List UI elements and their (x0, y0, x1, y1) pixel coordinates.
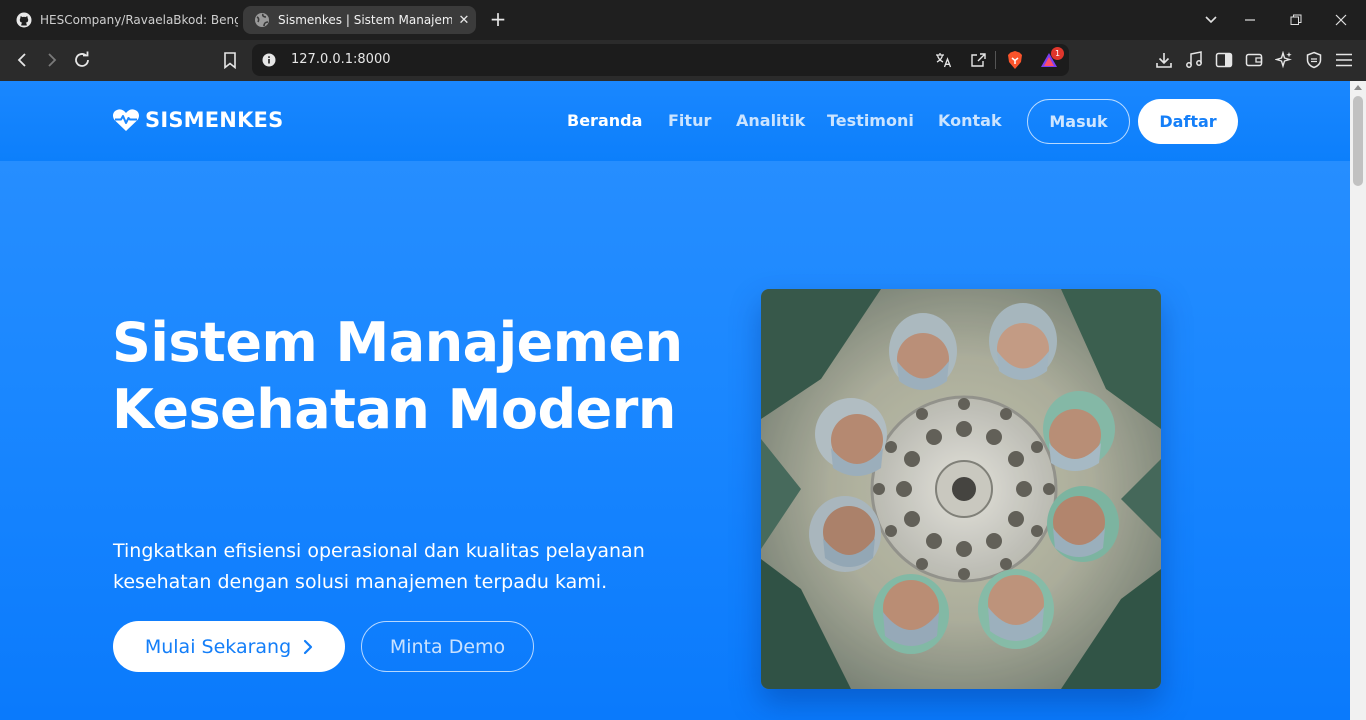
get-started-label: Mulai Sekarang (144, 635, 292, 658)
browser-tab-sismenkes[interactable]: Sismenkes | Sistem Manajemen Kesehatan ✕ (243, 6, 476, 34)
site-info-icon[interactable] (262, 53, 276, 67)
back-icon[interactable] (11, 49, 33, 71)
share-icon[interactable] (969, 52, 987, 68)
restore-icon[interactable] (1285, 9, 1307, 31)
nav-link-testimoni[interactable]: Testimoni (827, 111, 914, 130)
close-window-icon[interactable] (1330, 9, 1352, 31)
brave-rewards-button[interactable]: 1 (1040, 47, 1064, 70)
hero-subtitle: Tingkatkan efisiensi operasional dan kua… (113, 540, 645, 593)
url-text: 127.0.0.1:8000 (291, 52, 391, 67)
leo-ai-icon[interactable] (1273, 49, 1295, 71)
scroll-up-arrow-icon[interactable] (1354, 85, 1362, 90)
sidebar-toggle-icon[interactable] (1213, 49, 1235, 71)
tab-title: Sismenkes | Sistem Manajemen Kesehatan (278, 13, 452, 27)
scrollbar-thumb[interactable] (1353, 96, 1363, 186)
bookmark-icon[interactable] (219, 49, 241, 71)
github-icon (16, 12, 32, 28)
get-started-button[interactable]: Mulai Sekarang (113, 621, 345, 672)
nav-link-fitur[interactable]: Fitur (668, 111, 711, 130)
site-navbar: SISMENKES Beranda Fitur Analitik Testimo… (0, 81, 1350, 161)
minimize-icon[interactable] (1239, 9, 1261, 31)
request-demo-button[interactable]: Minta Demo (361, 621, 534, 672)
nav-link-kontak[interactable]: Kontak (938, 111, 1002, 130)
hero-title: Sistem Manajemen Kesehatan Modern (112, 311, 683, 441)
brand-logo[interactable]: SISMENKES (112, 108, 283, 132)
brand-name: SISMENKES (145, 108, 284, 132)
browser-toolbar: 127.0.0.1:8000 1 (0, 40, 1366, 81)
address-bar[interactable]: 127.0.0.1:8000 1 (252, 44, 1069, 76)
hero-image (761, 289, 1161, 689)
chevron-right-icon (303, 639, 313, 655)
forward-icon[interactable] (41, 49, 63, 71)
tab-search-chevron-icon[interactable] (1200, 9, 1222, 31)
vpn-shield-icon[interactable] (1303, 49, 1325, 71)
browser-tab-github[interactable]: HESCompany/RavaelaBkod: Bengkulu Kodin (8, 6, 238, 34)
nav-link-beranda[interactable]: Beranda (567, 111, 642, 130)
register-button[interactable]: Daftar (1138, 99, 1238, 144)
wallet-icon[interactable] (1243, 49, 1265, 71)
notification-badge: 1 (1051, 47, 1064, 60)
login-button[interactable]: Masuk (1027, 99, 1130, 144)
menu-icon[interactable] (1333, 49, 1355, 71)
reload-icon[interactable] (71, 49, 93, 71)
close-tab-icon[interactable]: ✕ (452, 13, 476, 28)
browser-tab-strip: HESCompany/RavaelaBkod: Bengkulu Kodin S… (0, 0, 1366, 40)
translate-icon[interactable] (935, 52, 953, 68)
page-scrollbar[interactable] (1350, 81, 1366, 720)
tab-title: HESCompany/RavaelaBkod: Bengkulu Kodin (40, 13, 238, 27)
brave-shields-icon[interactable] (1006, 50, 1024, 70)
nav-link-analitik[interactable]: Analitik (736, 111, 805, 130)
omnibox-divider (995, 51, 996, 69)
media-playlist-icon[interactable] (1183, 49, 1205, 71)
page-viewport: SISMENKES Beranda Fitur Analitik Testimo… (0, 81, 1350, 720)
surgeons-photo-icon (761, 289, 1161, 689)
new-tab-button[interactable]: + (487, 8, 509, 32)
heart-pulse-icon (112, 109, 140, 131)
download-icon[interactable] (1153, 49, 1175, 71)
globe-icon (255, 13, 269, 27)
